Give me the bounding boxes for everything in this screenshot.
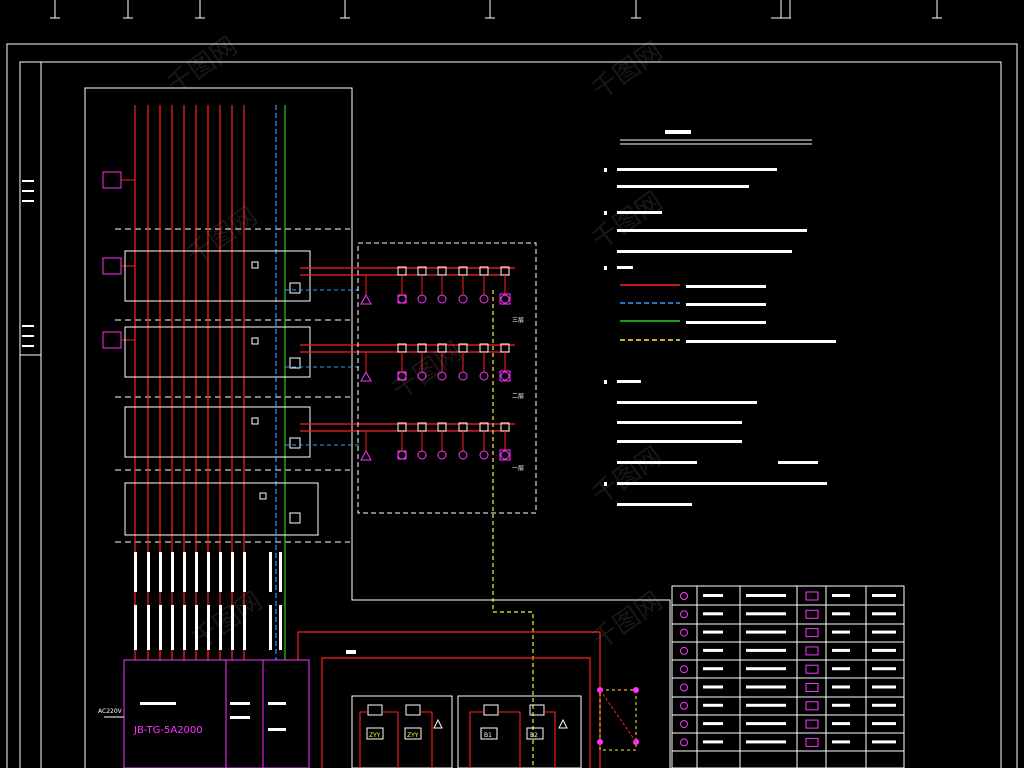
device-symbol	[458, 450, 468, 460]
device-symbol	[500, 294, 510, 304]
device-alarm	[360, 449, 372, 461]
power-label: AC220V	[98, 708, 123, 715]
b1-label: B1	[484, 732, 492, 739]
legend-symbol	[680, 720, 688, 729]
controller-box	[123, 659, 310, 768]
channel-label	[147, 605, 150, 650]
channel-label	[195, 552, 198, 592]
floor-panels	[124, 250, 319, 536]
legend-symbol	[805, 719, 819, 729]
device-symbol	[397, 450, 407, 460]
channel-label	[159, 552, 162, 592]
device-symbol	[479, 371, 489, 381]
building-outline	[84, 87, 671, 768]
device-symbol	[437, 450, 447, 460]
legend-symbol	[805, 609, 819, 619]
zyy-label-1: ZYY	[369, 732, 381, 739]
channel-label	[243, 552, 246, 592]
channel-label	[231, 552, 234, 592]
channel-label	[159, 605, 162, 650]
watermark: 千图网	[162, 31, 243, 100]
channel-label	[207, 552, 210, 592]
channel-label	[147, 552, 150, 592]
svg-text:千图网: 千图网	[187, 586, 268, 655]
legend-symbol	[680, 683, 688, 692]
red-vertical-bus	[134, 105, 245, 660]
legend-symbols	[680, 591, 896, 747]
terminal-dots	[597, 687, 639, 751]
channel-label	[269, 552, 272, 592]
device-symbol	[397, 294, 407, 304]
cad-drawing-canvas: 三层 二层 一层 JB-TG-5A2000 AC220V ZYY ZYY B1 …	[6, 0, 1018, 768]
channel-label	[134, 605, 137, 650]
channel-label	[171, 552, 174, 592]
controller-model: JB-TG-5A2000	[133, 725, 203, 736]
svg-text:千图网: 千图网	[182, 201, 263, 270]
legend-symbol	[680, 738, 688, 747]
channel-label	[183, 605, 186, 650]
legend-symbol	[805, 683, 819, 692]
svg-text:千图网: 千图网	[587, 186, 668, 255]
svg-text:千图网: 千图网	[387, 336, 468, 405]
legend-symbol	[805, 591, 819, 601]
watermark-layer: 千图网 千图网 千图网 千图网 千图网 千图网 千图网 千图网	[162, 31, 668, 655]
device-panel	[357, 242, 537, 514]
channel-label	[134, 552, 137, 592]
svg-text:千图网: 千图网	[587, 586, 668, 655]
b2-label: B2	[530, 732, 538, 739]
legend-symbol	[805, 628, 819, 638]
legend-symbol	[680, 646, 688, 655]
legend-symbol	[805, 646, 819, 656]
side-title-marks	[22, 180, 34, 347]
device-symbol	[479, 294, 489, 304]
channel-label	[171, 605, 174, 650]
feed-lines	[300, 267, 515, 432]
device-symbol	[500, 450, 510, 460]
channel-label	[183, 552, 186, 592]
legend-symbol	[805, 737, 819, 747]
floor-label-3: 三层	[512, 317, 524, 324]
legend-symbol	[680, 701, 688, 710]
channel-label	[269, 605, 272, 650]
channel-label	[219, 552, 222, 592]
device-symbol	[417, 294, 427, 304]
zyy-label-2: ZYY	[407, 732, 419, 739]
legend-symbol	[680, 665, 688, 674]
legend-symbol	[680, 592, 688, 600]
legend-symbol	[805, 701, 819, 711]
device-symbol	[417, 450, 427, 460]
device-symbol	[458, 371, 468, 381]
legend-symbol	[805, 664, 819, 674]
device-symbol	[458, 294, 468, 304]
device-symbol	[479, 450, 489, 460]
inner-frame	[19, 61, 1002, 768]
device-alarm	[360, 370, 372, 382]
floor-label-2: 二层	[512, 393, 524, 400]
top-ruler-ticks	[50, 0, 942, 19]
device-symbol	[437, 294, 447, 304]
channel-label	[279, 552, 282, 592]
svg-text:千图网: 千图网	[587, 36, 668, 105]
svg-text:千图网: 千图网	[587, 441, 668, 510]
ex-box-group	[102, 171, 135, 349]
floor-label-1: 一层	[512, 465, 524, 472]
device-symbol	[500, 371, 510, 381]
legend-symbol	[680, 610, 688, 619]
channel-label	[279, 605, 282, 650]
legend-symbol	[680, 628, 688, 637]
device-alarm	[360, 293, 372, 305]
